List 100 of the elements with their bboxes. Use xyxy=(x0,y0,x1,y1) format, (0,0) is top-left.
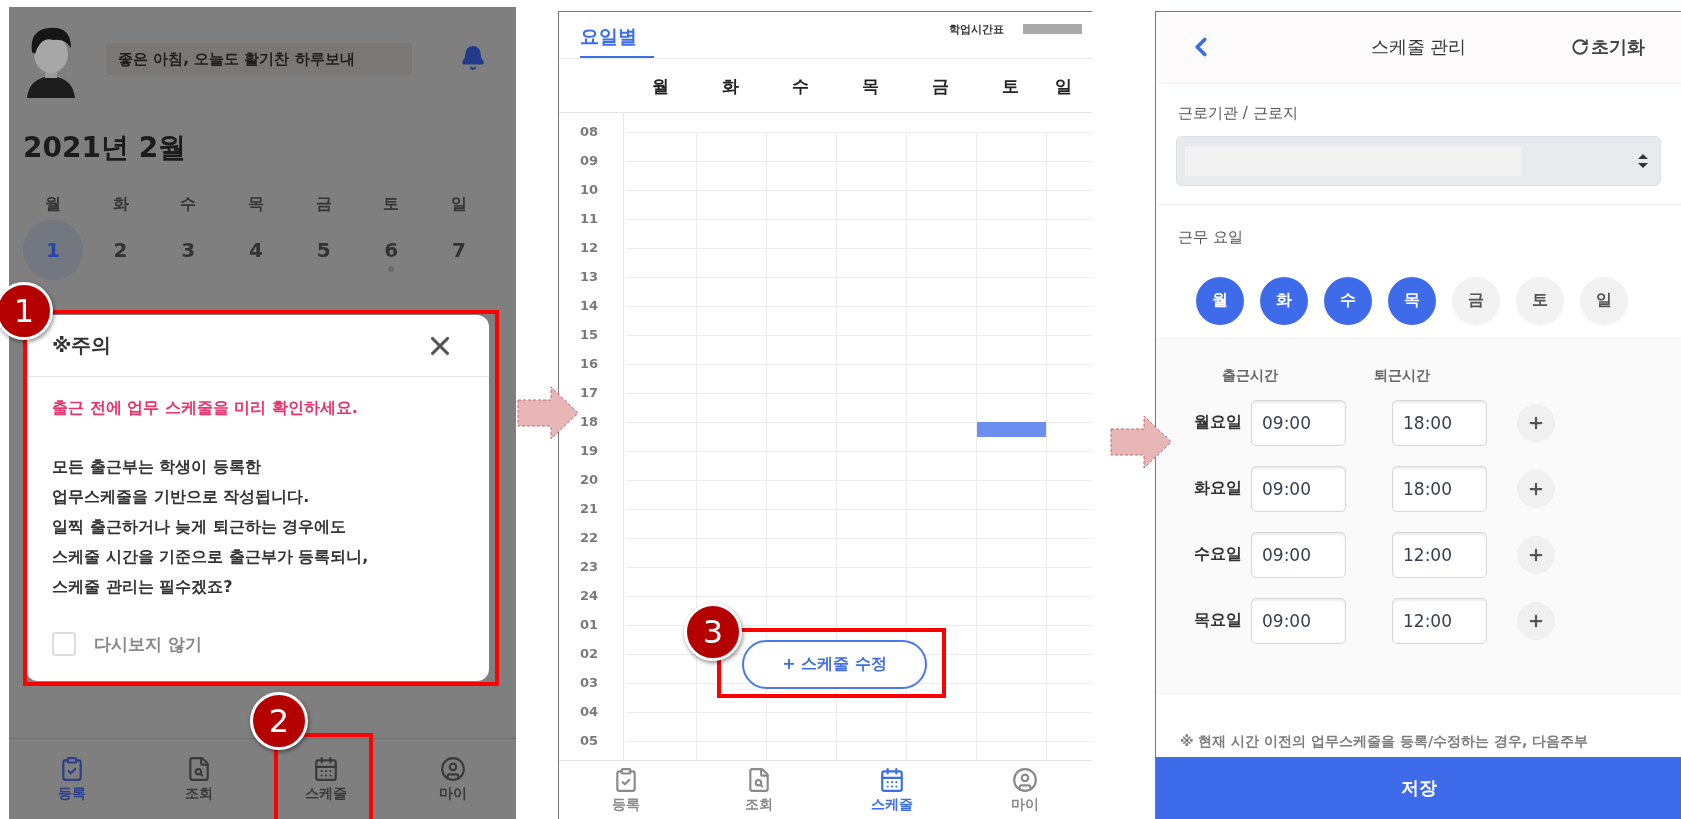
day-toggle[interactable]: 화 xyxy=(1260,276,1308,325)
date-cell[interactable]: 4 xyxy=(225,220,286,280)
hour-label: 01 xyxy=(580,617,599,633)
day-toggle[interactable]: 금 xyxy=(1452,276,1500,325)
time-input[interactable]: 18:00 xyxy=(1392,399,1487,446)
hour-label: 18 xyxy=(580,414,599,430)
add-button[interactable] xyxy=(1517,403,1555,442)
checkbox-label: 다시보지 않기 xyxy=(94,632,202,656)
hour-label: 19 xyxy=(580,443,599,459)
date-cell[interactable]: 5 xyxy=(293,220,354,280)
hour-label: 24 xyxy=(580,588,599,604)
reset-button[interactable]: 초기화 xyxy=(1571,35,1645,60)
note-text: ※ 현재 시간 이전의 업무스케줄을 등록/수정하는 경우, 다음주부 xyxy=(1180,733,1589,752)
day-header: 금 xyxy=(930,74,950,98)
month-title: 2021년 2월 xyxy=(23,130,188,166)
save-button[interactable]: 저장 xyxy=(1156,757,1681,819)
flow-arrow xyxy=(1110,415,1172,469)
hour-label: 10 xyxy=(580,182,599,198)
weekday-label: 화 xyxy=(111,193,130,215)
flow-arrow xyxy=(517,386,579,440)
add-button[interactable] xyxy=(1517,535,1555,574)
day-label: 월요일 xyxy=(1194,412,1243,434)
hour-label: 12 xyxy=(580,240,599,256)
field-label: 근무 요일 xyxy=(1177,226,1244,247)
day-toggle[interactable]: 토 xyxy=(1516,276,1564,325)
edit-schedule-button[interactable]: + 스케줄 수정 xyxy=(742,639,927,689)
hour-label: 08 xyxy=(580,124,599,140)
nav-tab[interactable]: 조회 xyxy=(744,766,773,814)
dialog-message: 모든 출근부는 학생이 등록한 업무스케줄을 기반으로 작성됩니다. 일찍 출근하거나 늦게 퇴근하는 경우에도 스케줄 시간을 기준으로 출근부가 등록되니, 스케줄 관리는 필수겠죠? xyxy=(52,456,370,598)
hour-label: 11 xyxy=(580,211,599,227)
greeting-text: 좋은 아침, 오늘도 활기찬 하루보내 xyxy=(106,43,412,75)
date-cell[interactable]: 2 xyxy=(90,220,151,280)
timetable-label: 학업시간표 xyxy=(949,22,1004,37)
day-toggle[interactable]: 목 xyxy=(1388,276,1436,325)
date-cell[interactable]: 7 xyxy=(428,220,489,280)
time-input[interactable]: 09:00 xyxy=(1251,597,1346,644)
time-input[interactable]: 09:00 xyxy=(1251,465,1346,512)
calendar-icon xyxy=(312,755,339,782)
field-label: 근로기관 / 근로지 xyxy=(1177,102,1299,123)
dialog-title: ※주의 xyxy=(52,332,112,359)
hour-label: 13 xyxy=(580,269,599,285)
nav-tab[interactable]: 마이 xyxy=(1011,766,1040,814)
day-toggle[interactable]: 일 xyxy=(1580,276,1628,325)
placeholder-bar xyxy=(1023,24,1082,34)
nav-tab[interactable]: 스케줄 xyxy=(304,755,347,803)
day-label: 목요일 xyxy=(1194,610,1243,632)
screen-title: 스케줄 관리 xyxy=(1370,35,1467,60)
weekday-label: 월 xyxy=(43,193,62,215)
time-input[interactable]: 09:00 xyxy=(1251,399,1346,446)
day-label: 수요일 xyxy=(1194,544,1243,566)
day-toggle[interactable]: 월 xyxy=(1196,276,1244,325)
hour-label: 05 xyxy=(580,733,599,749)
view-tab[interactable]: 요일별 xyxy=(580,23,654,58)
hour-label: 17 xyxy=(580,385,599,401)
column-header: 출근시간 xyxy=(1222,366,1278,385)
nav-tab[interactable]: 스케줄 xyxy=(871,766,914,814)
day-header: 일 xyxy=(1053,74,1073,98)
user-icon xyxy=(1012,766,1039,793)
time-input[interactable]: 18:00 xyxy=(1392,465,1487,512)
date-cell[interactable]: 6 xyxy=(361,220,422,280)
hour-label: 16 xyxy=(580,356,599,372)
calendar-icon xyxy=(879,766,906,793)
nav-tab[interactable]: 등록 xyxy=(611,766,640,814)
notice-text: 출근 전에 업무 스케줄을 미리 확인하세요. xyxy=(52,397,359,419)
checkbox[interactable] xyxy=(52,632,76,656)
column-header: 퇴근시간 xyxy=(1374,366,1430,385)
hour-label: 09 xyxy=(580,153,599,169)
hour-label: 04 xyxy=(580,704,599,720)
weekday-label: 일 xyxy=(449,193,468,215)
hour-label: 02 xyxy=(580,646,599,662)
day-header: 월 xyxy=(650,74,670,98)
time-input[interactable]: 12:00 xyxy=(1392,597,1487,644)
time-input[interactable]: 12:00 xyxy=(1392,531,1487,578)
select-field[interactable] xyxy=(1176,135,1661,186)
hour-label: 15 xyxy=(580,327,599,343)
nav-tab[interactable]: 등록 xyxy=(58,755,87,803)
nav-tab[interactable]: 조회 xyxy=(185,755,214,803)
user-icon xyxy=(439,755,466,782)
time-input[interactable]: 09:00 xyxy=(1251,531,1346,578)
hour-label: 03 xyxy=(580,675,599,691)
schedule-block[interactable] xyxy=(977,421,1046,437)
day-label: 화요일 xyxy=(1194,478,1243,500)
day-header: 화 xyxy=(720,74,740,98)
date-cell[interactable]: 3 xyxy=(158,220,219,280)
hour-label: 20 xyxy=(580,472,599,488)
hour-label: 22 xyxy=(580,530,599,546)
weekday-label: 수 xyxy=(179,193,198,215)
add-button[interactable] xyxy=(1517,601,1555,640)
weekday-label: 금 xyxy=(314,193,333,215)
nav-tab[interactable]: 마이 xyxy=(438,755,467,803)
refresh-icon xyxy=(1571,38,1589,57)
weekday-label: 토 xyxy=(382,193,401,215)
hour-label: 23 xyxy=(580,559,599,575)
day-toggle[interactable]: 수 xyxy=(1324,276,1372,325)
bell-icon[interactable] xyxy=(460,45,486,71)
hour-label: 21 xyxy=(580,501,599,517)
day-header: 목 xyxy=(860,74,880,98)
hour-label: 14 xyxy=(580,298,599,314)
sort-arrows-icon xyxy=(1638,153,1648,168)
add-button[interactable] xyxy=(1517,469,1555,508)
